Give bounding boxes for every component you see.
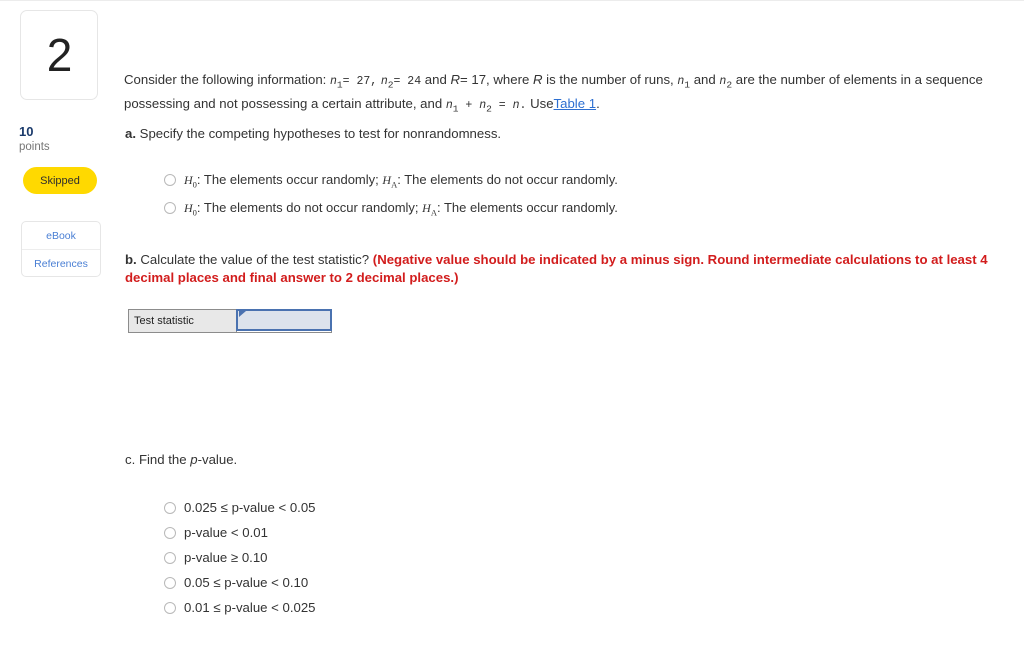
part-c-text-pre: Find the xyxy=(138,452,187,467)
part-c-option-4-label: 0.05 ≤ p-value < 0.10 xyxy=(184,575,309,590)
prompt-and-2: and xyxy=(693,72,716,87)
test-statistic-row-label: Test statistic xyxy=(129,310,237,332)
part-a-heading: a. Specify the competing hypotheses to t… xyxy=(125,126,501,141)
prompt-var-n2: n2 xyxy=(719,75,733,91)
radio-button-icon[interactable] xyxy=(164,174,176,186)
prompt-R-value: = 17, xyxy=(460,72,490,87)
radio-button-icon[interactable] xyxy=(164,552,176,564)
prompt-period: . xyxy=(596,96,600,112)
resources-panel: eBook References xyxy=(21,221,101,277)
prompt-n1-value: = 27, xyxy=(342,75,378,88)
part-a-options: H0: The elements occur randomly; HA: The… xyxy=(164,172,618,229)
part-c-option-2[interactable]: p-value < 0.01 xyxy=(164,525,316,540)
cursor-marker-icon xyxy=(239,311,246,317)
question-sidebar: 2 10 points Skipped eBook References xyxy=(0,0,120,645)
part-c-heading: c. Find the p-value. xyxy=(125,452,237,467)
part-c-marker: c. xyxy=(125,452,136,467)
part-a-text: Specify the competing hypotheses to test… xyxy=(139,126,502,141)
part-c-option-5[interactable]: 0.01 ≤ p-value < 0.025 xyxy=(164,600,316,615)
answer-table: Test statistic xyxy=(128,309,332,333)
references-label: References xyxy=(34,257,88,270)
part-a-option-1[interactable]: H0: The elements occur randomly; HA: The… xyxy=(164,172,618,192)
prompt-use-label: Use xyxy=(530,96,554,112)
part-c-option-3-label: p-value ≥ 0.10 xyxy=(184,550,268,565)
part-c-option-1[interactable]: 0.025 ≤ p-value < 0.05 xyxy=(164,500,316,515)
ebook-button[interactable]: eBook xyxy=(22,222,100,249)
question-body: Consider the following information: n1= … xyxy=(124,0,1024,645)
part-a-option-2-label: H0: The elements do not occur randomly; … xyxy=(184,200,618,218)
part-a-option-2[interactable]: H0: The elements do not occur randomly; … xyxy=(164,200,618,220)
prompt-sum-equation: n1 + n2 = n. xyxy=(445,99,527,115)
ebook-label: eBook xyxy=(46,229,76,242)
question-number: 2 xyxy=(46,29,73,81)
prompt-var-R: R xyxy=(532,72,543,87)
prompt-n1: n1 xyxy=(330,75,343,91)
part-c-option-4[interactable]: 0.05 ≤ p-value < 0.10 xyxy=(164,575,316,590)
part-c-option-2-label: p-value < 0.01 xyxy=(184,525,268,540)
prompt-R: R xyxy=(450,72,460,87)
prompt-lead: Consider the following information: xyxy=(124,72,327,87)
radio-button-icon[interactable] xyxy=(164,202,176,215)
points-label: points xyxy=(19,141,50,153)
part-b-marker: b. xyxy=(125,252,137,267)
part-a-marker: a. xyxy=(125,126,136,141)
part-c-text-post: -value. xyxy=(197,452,238,467)
part-b-heading: b. Calculate the value of the test stati… xyxy=(125,251,1017,287)
references-button[interactable]: References xyxy=(22,249,100,277)
status-badge-label: Skipped xyxy=(40,174,80,187)
prompt-n2: n2 xyxy=(380,75,394,91)
radio-button-icon[interactable] xyxy=(164,502,176,514)
part-c-options: 0.025 ≤ p-value < 0.05 p-value < 0.01 p-… xyxy=(164,500,316,625)
radio-button-icon[interactable] xyxy=(164,527,176,539)
question-number-card: 2 xyxy=(20,10,98,100)
table-1-link[interactable]: Table 1 xyxy=(554,96,597,111)
radio-button-icon[interactable] xyxy=(164,602,176,614)
prompt-var-n1: n1 xyxy=(677,75,691,91)
prompt-where: where xyxy=(493,72,530,87)
prompt-runs-text: is the number of runs, xyxy=(546,72,674,87)
part-c-option-1-label: 0.025 ≤ p-value < 0.05 xyxy=(184,500,316,515)
prompt-n2-value: = 24 xyxy=(393,75,422,88)
part-c-option-3[interactable]: p-value ≥ 0.10 xyxy=(164,550,316,565)
part-c-text-ital: p xyxy=(190,452,198,467)
part-b-text: Calculate the value of the test statisti… xyxy=(140,252,370,267)
prompt-and-1: and xyxy=(424,72,447,87)
part-c-option-5-label: 0.01 ≤ p-value < 0.025 xyxy=(184,600,316,615)
part-a-option-1-label: H0: The elements occur randomly; HA: The… xyxy=(184,172,618,190)
points-value: 10 xyxy=(19,124,34,139)
radio-button-icon[interactable] xyxy=(164,577,176,589)
test-statistic-input[interactable] xyxy=(236,309,332,331)
question-prompt: Consider the following information: n1= … xyxy=(124,70,1016,119)
status-badge: Skipped xyxy=(23,167,97,194)
